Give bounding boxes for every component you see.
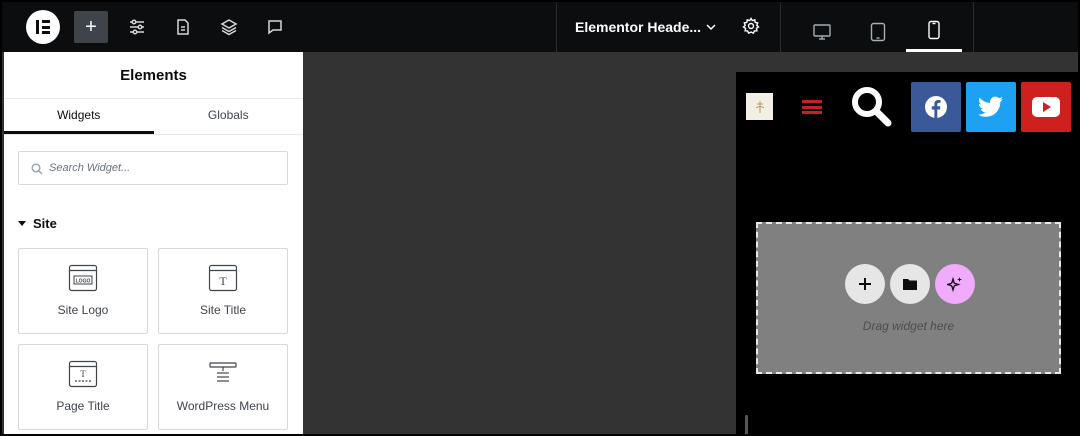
layers-icon xyxy=(220,19,238,36)
site-settings-button[interactable] xyxy=(120,11,154,43)
twitter-button[interactable] xyxy=(966,82,1016,132)
widget-label: WordPress Menu xyxy=(176,399,270,413)
toolbar-divider xyxy=(973,2,974,52)
widget-label: Page Title xyxy=(56,399,110,413)
document-title-area[interactable]: Elementor Heade... xyxy=(556,2,781,52)
device-desktop-button[interactable] xyxy=(794,11,850,52)
category-label: Site xyxy=(33,216,57,231)
wordpress-menu-icon xyxy=(209,362,237,382)
youtube-button[interactable] xyxy=(1021,82,1071,132)
resize-handle[interactable] xyxy=(745,415,748,434)
drop-zone[interactable]: Drag widget here xyxy=(756,222,1061,374)
add-section-button[interactable] xyxy=(845,264,885,304)
desktop-icon xyxy=(813,23,831,40)
hamburger-menu-icon[interactable] xyxy=(802,100,822,114)
widget-site-title[interactable]: T Site Title xyxy=(158,248,288,334)
svg-text:LOGO: LOGO xyxy=(76,279,91,285)
facebook-icon xyxy=(925,96,947,118)
widget-wordpress-menu[interactable]: WordPress Menu xyxy=(158,344,288,430)
page-title-icon: T xyxy=(68,360,98,388)
sliders-icon xyxy=(130,19,144,35)
tab-widgets[interactable]: Widgets xyxy=(4,99,154,134)
svg-text:T: T xyxy=(80,369,86,379)
search-input[interactable] xyxy=(49,160,279,176)
facebook-button[interactable] xyxy=(911,82,961,132)
top-bar: + Elementor Heade... xyxy=(2,2,1078,52)
elements-panel: Elements Widgets Globals Site LOGO Site … xyxy=(4,52,303,434)
youtube-icon xyxy=(1032,97,1060,117)
category-toggle-site[interactable]: Site xyxy=(18,216,57,231)
gear-icon[interactable] xyxy=(742,17,760,35)
ai-generate-button[interactable] xyxy=(935,264,975,304)
search-icon xyxy=(31,163,43,175)
mobile-icon xyxy=(928,20,940,40)
search-box[interactable] xyxy=(18,151,288,185)
sparkles-icon xyxy=(947,276,962,292)
elementor-e-icon xyxy=(36,20,50,34)
document-title[interactable]: Elementor Heade... xyxy=(575,19,701,35)
panel-title: Elements xyxy=(4,52,303,99)
drop-zone-hint: Drag widget here xyxy=(862,319,955,333)
site-logo-image[interactable] xyxy=(746,93,773,120)
plus-icon: + xyxy=(85,16,97,38)
structure-button[interactable] xyxy=(212,11,246,43)
widget-label: Site Title xyxy=(199,303,247,317)
comment-icon xyxy=(268,20,282,35)
document-icon xyxy=(177,19,189,35)
panel-tabs: Widgets Globals xyxy=(4,99,303,135)
emblem-icon xyxy=(755,100,764,113)
add-element-button[interactable]: + xyxy=(74,11,108,43)
plus-icon xyxy=(859,278,871,290)
notes-button[interactable] xyxy=(258,11,292,43)
twitter-icon xyxy=(978,96,1003,117)
svg-text:T: T xyxy=(219,274,227,288)
site-logo-icon: LOGO xyxy=(68,264,98,292)
elementor-logo[interactable] xyxy=(26,10,60,44)
folder-icon xyxy=(903,279,917,290)
tablet-icon xyxy=(870,22,886,41)
device-tablet-button[interactable] xyxy=(850,11,906,52)
template-library-button[interactable] xyxy=(890,264,930,304)
caret-down-icon xyxy=(18,221,26,226)
widget-site-logo[interactable]: LOGO Site Logo xyxy=(18,248,148,334)
widget-label: Site Logo xyxy=(57,303,109,317)
editor-window: + Elementor Heade... Elements Widgets Gl… xyxy=(0,0,1080,436)
site-title-icon: T xyxy=(208,264,238,292)
device-mobile-button[interactable] xyxy=(906,11,962,52)
tab-globals[interactable]: Globals xyxy=(154,99,304,134)
page-settings-button[interactable] xyxy=(166,11,200,43)
widget-page-title[interactable]: T Page Title xyxy=(18,344,148,430)
mobile-preview-canvas: Drag widget here xyxy=(736,72,1078,434)
search-icon[interactable] xyxy=(849,84,895,130)
chevron-down-icon[interactable] xyxy=(705,21,717,33)
